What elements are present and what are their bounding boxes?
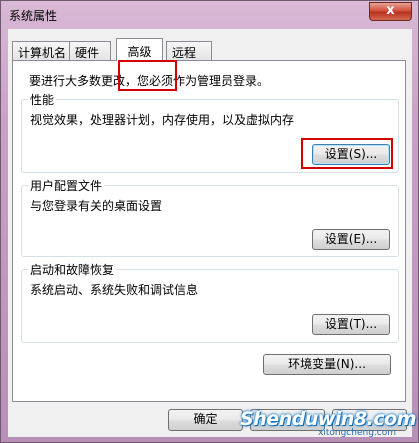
watermark-main: Shenduwin8.com: [240, 408, 416, 430]
tab-highlight-box: [118, 60, 177, 91]
performance-description: 视觉效果，处理器计划，内存使用，以及虚拟内存: [30, 113, 295, 127]
startup-recovery-settings-button[interactable]: 设置(T)...: [312, 314, 390, 335]
tab-advanced[interactable]: 高级: [116, 38, 163, 61]
advanced-tab-panel: 要进行大多数更改，您必须作为管理员登录。 性能 视觉效果，处理器计划，内存使用，…: [12, 60, 406, 402]
ok-button[interactable]: 确定: [168, 409, 243, 431]
close-button[interactable]: x: [369, 2, 412, 21]
tab-hardware[interactable]: 硬件: [69, 41, 111, 60]
window-title: 系统属性: [9, 9, 58, 23]
system-properties-window: 系统属性 x 计算机名 硬件 高级 远程 要进行大多数更改，您必须作为管理员登录…: [0, 0, 419, 443]
user-profiles-settings-button[interactable]: 设置(E)...: [312, 229, 390, 250]
title-bar[interactable]: 系统属性 x: [1, 1, 418, 29]
tab-computer-name[interactable]: 计算机名: [12, 41, 70, 60]
performance-title: 性能: [28, 91, 57, 108]
startup-recovery-description: 系统启动、系统失败和调试信息: [30, 283, 199, 297]
user-profiles-description: 与您登录有关的桌面设置: [30, 199, 163, 213]
startup-recovery-group: 启动和故障恢复 系统启动、系统失败和调试信息 设置(T)...: [21, 261, 399, 343]
performance-button-highlight: [301, 138, 393, 169]
environment-variables-button[interactable]: 环境变量(N)...: [263, 354, 391, 375]
dialog-client-area: 计算机名 硬件 高级 远程 要进行大多数更改，您必须作为管理员登录。 性能 视觉…: [8, 29, 412, 437]
close-icon: x: [386, 3, 395, 18]
user-profiles-title: 用户配置文件: [28, 177, 105, 194]
site-watermark: Shenduwin8.com xitongcheng.com: [240, 408, 416, 438]
tab-strip: 计算机名 硬件 高级 远程: [12, 38, 408, 61]
user-profiles-group: 用户配置文件 与您登录有关的桌面设置 设置(E)...: [21, 177, 399, 257]
startup-recovery-title: 启动和故障恢复: [28, 261, 117, 278]
tab-remote[interactable]: 远程: [166, 41, 212, 60]
